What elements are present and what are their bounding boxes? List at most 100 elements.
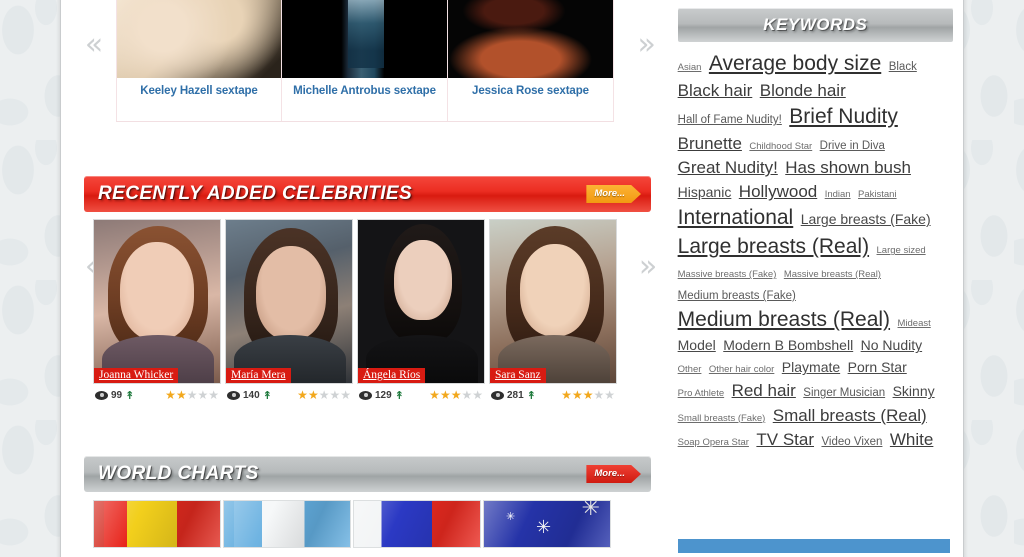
video-item[interactable]: Michelle Antrobus sextape bbox=[282, 0, 448, 121]
star-icon[interactable]: ★ bbox=[176, 389, 187, 401]
celebrity-photo[interactable]: Ángela Ríos bbox=[357, 219, 485, 384]
keyword-tag[interactable]: Average body size bbox=[709, 52, 881, 75]
keyword-tag[interactable]: Medium breasts (Real) bbox=[678, 308, 890, 331]
video-thumbnail[interactable] bbox=[448, 0, 613, 78]
video-caption-link[interactable]: Michelle Antrobus sextape bbox=[282, 78, 447, 97]
keyword-tag[interactable]: Has shown bush bbox=[785, 158, 911, 177]
star-icon[interactable]: ★ bbox=[340, 389, 351, 401]
flag-item-australia[interactable]: ✳ ✳ ✳ bbox=[483, 500, 611, 548]
keyword-tag[interactable]: White bbox=[890, 430, 933, 449]
star-icon[interactable]: ★ bbox=[208, 389, 219, 401]
recently-added-more-button[interactable]: More... bbox=[586, 185, 641, 203]
keyword-tag[interactable]: No Nudity bbox=[861, 337, 922, 353]
keyword-tag[interactable]: Great Nudity! bbox=[678, 158, 778, 177]
keyword-tag[interactable]: Large sized bbox=[877, 245, 926, 256]
keyword-tag[interactable]: Red hair bbox=[732, 381, 796, 400]
keyword-tag[interactable]: Brunette bbox=[678, 134, 742, 153]
rating-stars[interactable]: ★ ★ ★ ★ ★ bbox=[561, 389, 615, 401]
keyword-tag[interactable]: Massive breasts (Fake) bbox=[678, 269, 777, 280]
rating-stars[interactable]: ★ ★ ★ ★ ★ bbox=[165, 389, 219, 401]
celebrity-photo[interactable]: Joanna Whicker bbox=[93, 219, 221, 384]
keyword-tag[interactable]: Indian bbox=[825, 189, 851, 200]
keyword-tag[interactable]: Asian bbox=[678, 62, 702, 73]
world-charts-section: WORLD CHARTS More... ✳ ✳ ✳ bbox=[61, 456, 669, 548]
celebrity-name-label[interactable]: Ángela Ríos bbox=[358, 368, 426, 383]
celebrity-card[interactable]: María Mera 140 ↟ ★ ★ ★ ★ ★ bbox=[225, 219, 353, 401]
keyword-tag[interactable]: Other hair color bbox=[709, 364, 774, 375]
star-icon[interactable]: ★ bbox=[593, 389, 604, 401]
flag-item-argentina[interactable] bbox=[223, 500, 351, 548]
keyword-tag[interactable]: Black hair bbox=[678, 81, 753, 100]
video-thumbnail[interactable] bbox=[117, 0, 281, 78]
star-icon[interactable]: ★ bbox=[472, 389, 483, 401]
keyword-tag[interactable]: International bbox=[678, 206, 794, 229]
celebrity-name-label[interactable]: Sara Sanz bbox=[490, 368, 546, 383]
keyword-tag[interactable]: Small breasts (Real) bbox=[773, 406, 927, 425]
star-icon[interactable]: ★ bbox=[461, 389, 472, 401]
star-icon[interactable]: ★ bbox=[561, 389, 572, 401]
celebrity-card[interactable]: Ángela Ríos 129 ↟ ★ ★ ★ ★ ★ bbox=[357, 219, 485, 401]
star-icon[interactable]: ★ bbox=[572, 389, 583, 401]
video-item[interactable]: Keeley Hazell sextape bbox=[116, 0, 282, 121]
world-charts-more-button[interactable]: More... bbox=[586, 465, 641, 483]
keyword-tag[interactable]: Soap Opera Star bbox=[678, 437, 749, 448]
video-caption-link[interactable]: Keeley Hazell sextape bbox=[117, 78, 281, 97]
keyword-tag[interactable]: Childhood Star bbox=[749, 141, 812, 152]
celebrity-card[interactable]: Joanna Whicker 99 ↟ ★ ★ ★ ★ ★ bbox=[93, 219, 221, 401]
keyword-tag[interactable]: Pakistani bbox=[858, 189, 897, 200]
celebrity-photo[interactable]: Sara Sanz bbox=[489, 219, 617, 384]
star-icon[interactable]: ★ bbox=[329, 389, 340, 401]
video-item[interactable]: Jessica Rose sextape bbox=[448, 0, 614, 121]
star-icon[interactable]: ★ bbox=[604, 389, 615, 401]
rating-stars[interactable]: ★ ★ ★ ★ ★ bbox=[297, 389, 351, 401]
keyword-tag[interactable]: Hollywood bbox=[739, 182, 817, 201]
star-icon[interactable]: ★ bbox=[308, 389, 319, 401]
keyword-tag[interactable]: Small breasts (Fake) bbox=[678, 413, 766, 424]
celebs-next-arrow[interactable]: » bbox=[633, 252, 663, 282]
video-thumbnail[interactable] bbox=[282, 0, 447, 78]
photo-shape bbox=[394, 240, 452, 320]
star-icon[interactable]: ★ bbox=[297, 389, 308, 401]
celebrity-photo[interactable]: María Mera bbox=[225, 219, 353, 384]
flag-item-romania[interactable] bbox=[93, 500, 221, 548]
keyword-tag[interactable]: Large breasts (Real) bbox=[678, 235, 869, 258]
star-icon[interactable]: ★ bbox=[197, 389, 208, 401]
video-caption-link[interactable]: Jessica Rose sextape bbox=[448, 78, 613, 97]
celebrity-card[interactable]: Sara Sanz 281 ↟ ★ ★ ★ ★ ★ bbox=[489, 219, 617, 401]
keyword-tag[interactable]: Large breasts (Fake) bbox=[801, 211, 931, 227]
keyword-tag[interactable]: Medium breasts (Fake) bbox=[678, 290, 796, 302]
keyword-tag[interactable]: Pro Athlete bbox=[678, 388, 724, 399]
celebrity-name-label[interactable]: María Mera bbox=[226, 368, 291, 383]
star-icon[interactable]: ★ bbox=[583, 389, 594, 401]
keyword-tag[interactable]: Hall of Fame Nudity! bbox=[678, 114, 782, 126]
keyword-tag[interactable]: Hispanic bbox=[678, 184, 732, 200]
rating-stars[interactable]: ★ ★ ★ ★ ★ bbox=[429, 389, 483, 401]
celebrity-name-label[interactable]: Joanna Whicker bbox=[94, 368, 179, 383]
keyword-tag[interactable]: Model bbox=[678, 337, 716, 353]
keyword-tag[interactable]: Black bbox=[889, 61, 917, 73]
keyword-tag[interactable]: Modern B Bombshell bbox=[723, 337, 853, 353]
keyword-tag[interactable]: Skinny bbox=[893, 383, 935, 399]
star-icon[interactable]: ★ bbox=[440, 389, 451, 401]
star-icon[interactable]: ★ bbox=[187, 389, 198, 401]
keyword-tag[interactable]: Blonde hair bbox=[760, 81, 846, 100]
eye-icon bbox=[491, 390, 504, 400]
keyword-tag[interactable]: Singer Musician bbox=[803, 387, 885, 399]
celebrity-meta: 99 ↟ ★ ★ ★ ★ ★ bbox=[93, 384, 221, 401]
star-icon[interactable]: ★ bbox=[451, 389, 462, 401]
keyword-tag[interactable]: Mideast bbox=[898, 318, 931, 329]
videos-prev-arrow[interactable]: « bbox=[79, 30, 109, 60]
keyword-tag[interactable]: Massive breasts (Real) bbox=[784, 269, 881, 280]
flag-item-france[interactable] bbox=[353, 500, 481, 548]
keyword-tag[interactable]: Brief Nudity bbox=[789, 105, 898, 128]
keyword-tag[interactable]: Drive in Diva bbox=[820, 140, 885, 152]
videos-next-arrow[interactable]: » bbox=[632, 30, 662, 60]
keyword-tag[interactable]: Other bbox=[678, 364, 702, 375]
keyword-tag[interactable]: Video Vixen bbox=[821, 436, 882, 448]
star-icon[interactable]: ★ bbox=[429, 389, 440, 401]
keyword-tag[interactable]: TV Star bbox=[756, 430, 814, 449]
keyword-tag[interactable]: Porn Star bbox=[848, 359, 907, 375]
star-icon[interactable]: ★ bbox=[319, 389, 330, 401]
star-icon[interactable]: ★ bbox=[165, 389, 176, 401]
keyword-tag[interactable]: Playmate bbox=[782, 359, 840, 375]
